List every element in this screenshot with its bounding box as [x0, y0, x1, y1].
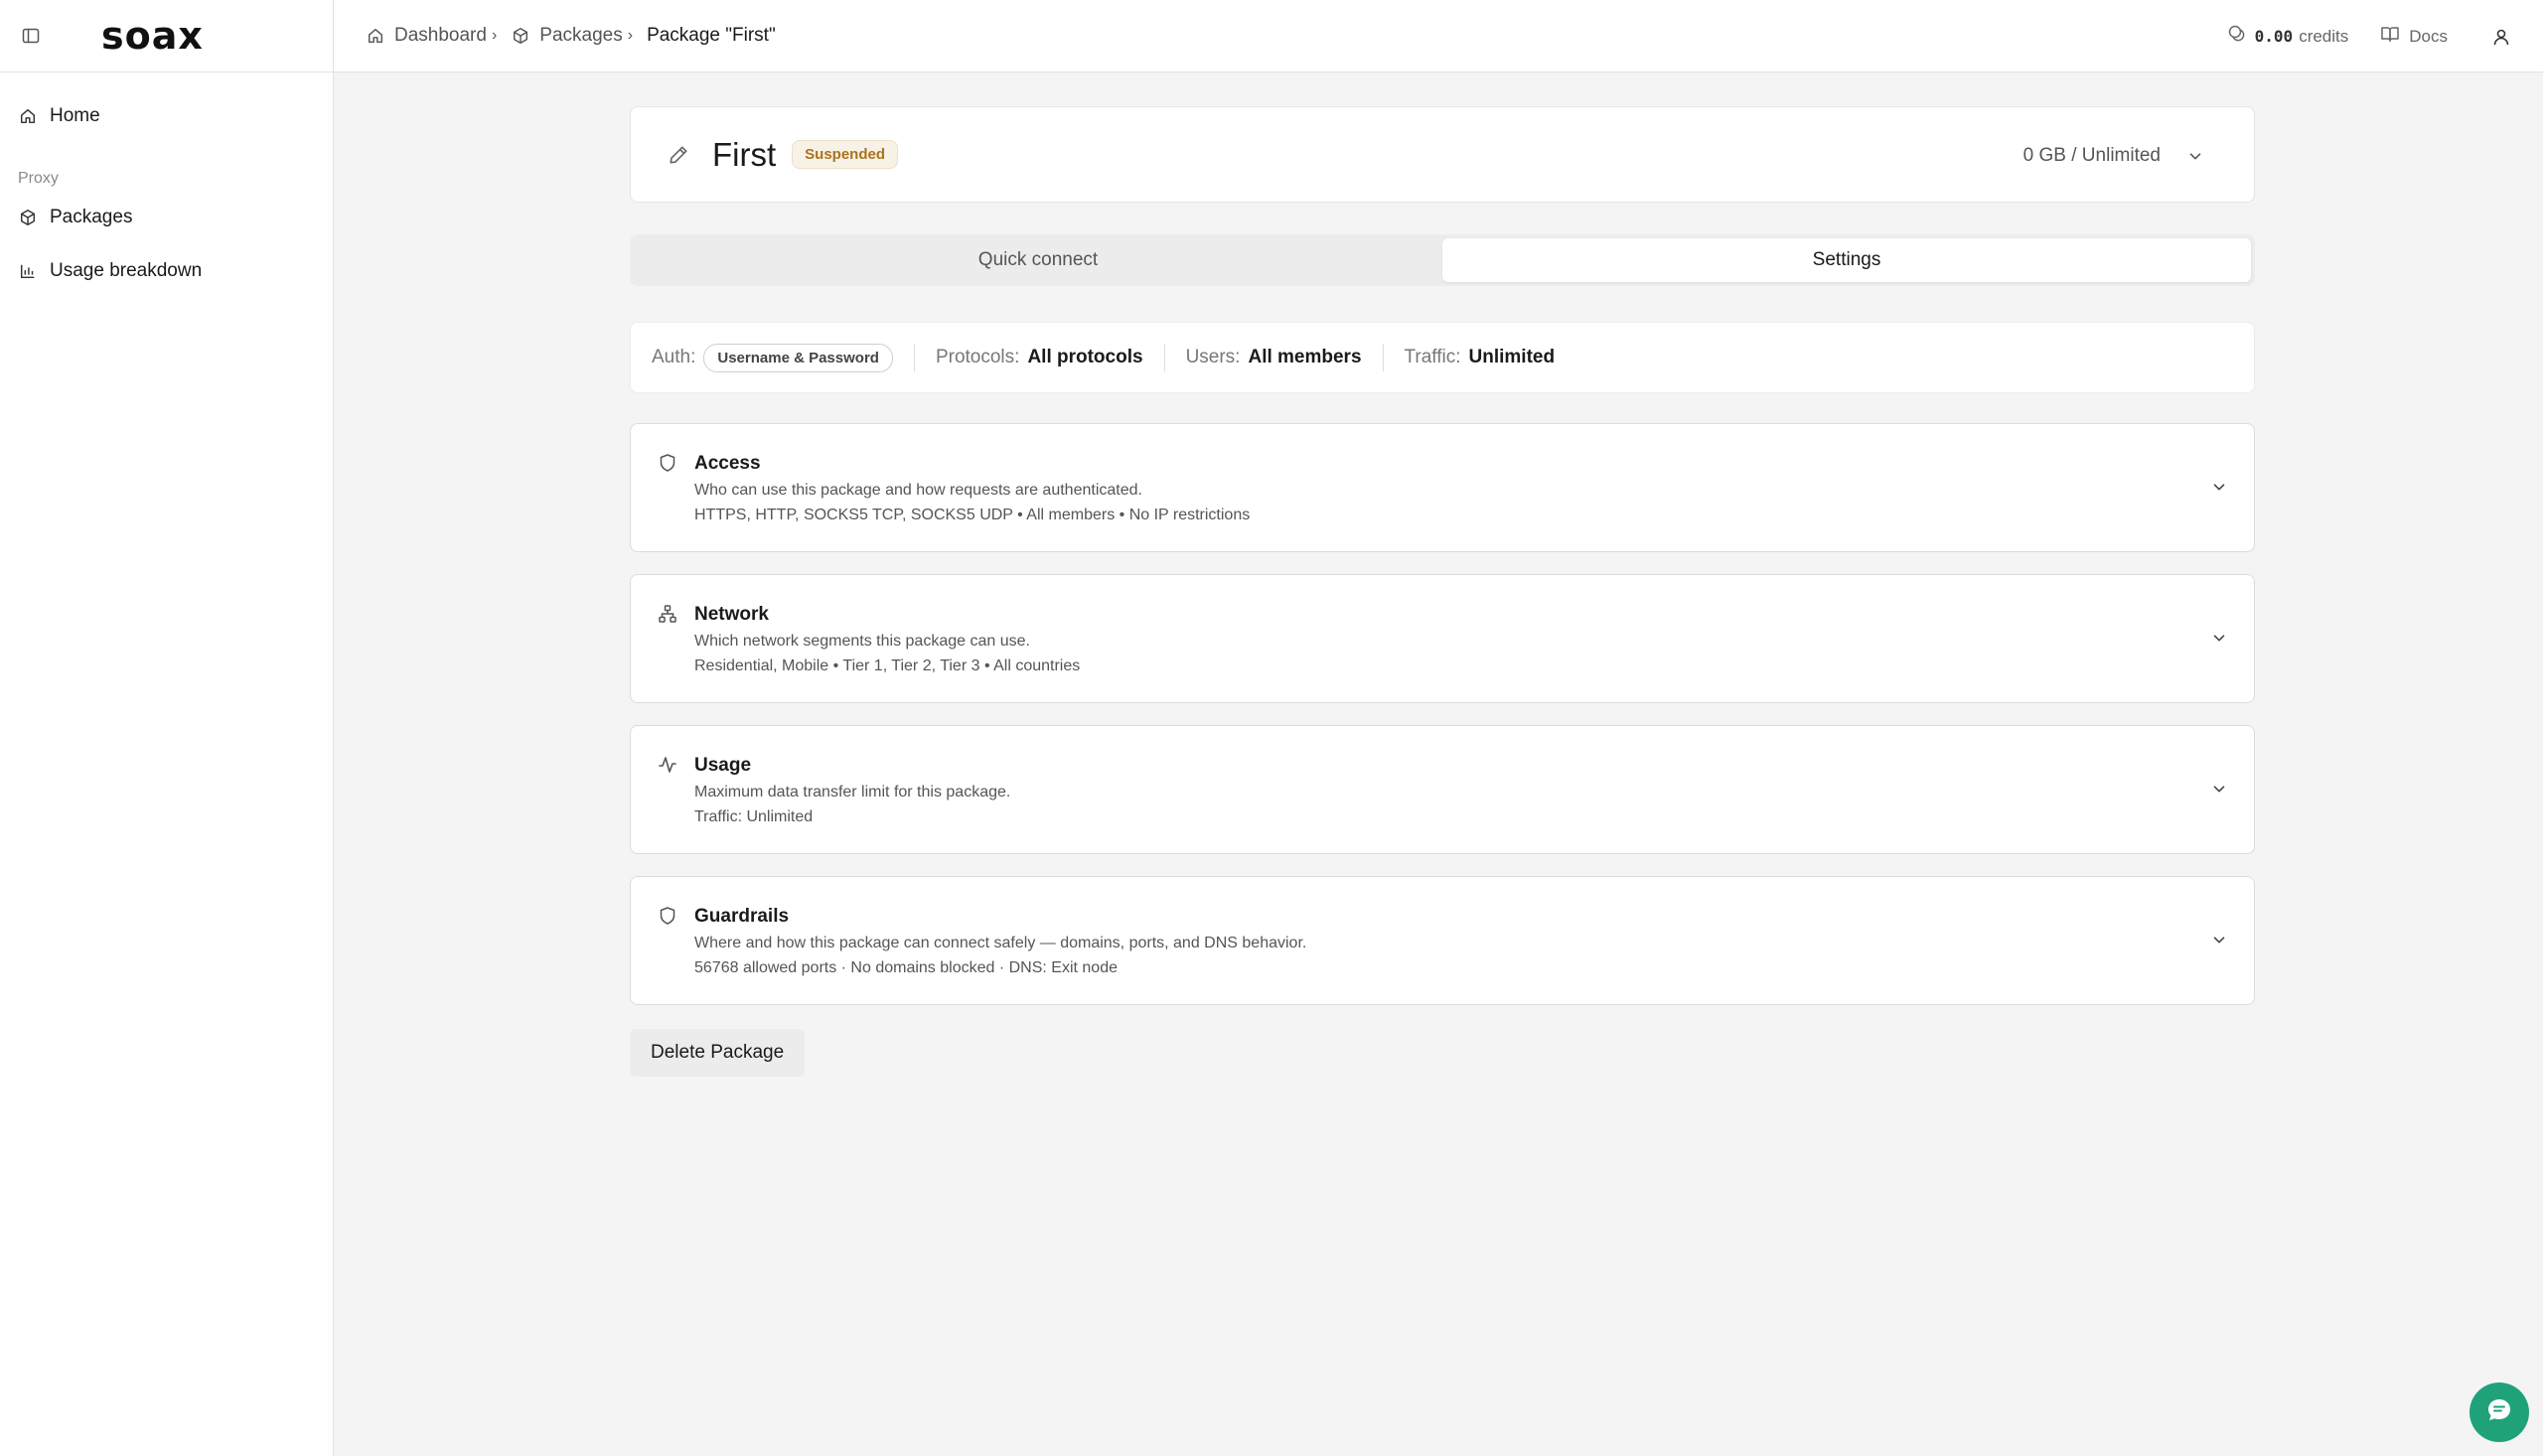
section-meta: 56768 allowed ports · No domains blocked…	[694, 959, 1118, 976]
section-usage[interactable]: Usage Maximum data transfer limit for th…	[630, 725, 2255, 854]
settings-summary: Auth: Username & Password Protocols: All…	[630, 322, 2255, 393]
top-bar: Dashboard › Packages › Package "First" 0…	[334, 0, 2543, 73]
sidebar-item-home[interactable]: Home	[0, 98, 333, 134]
sidebar-header: soax	[0, 0, 333, 73]
main-content: First Suspended 0 GB / Unlimited Quick c…	[630, 106, 2255, 1077]
section-title: Guardrails	[694, 906, 790, 927]
chevron-down-icon[interactable]	[2186, 147, 2204, 165]
breadcrumb-label: Dashboard	[394, 25, 487, 46]
docs-link[interactable]: Docs	[2380, 24, 2448, 49]
traffic-label: Traffic:	[1404, 347, 1461, 367]
section-title: Usage	[694, 755, 752, 776]
breadcrumb-label: Package "First"	[647, 25, 776, 46]
breadcrumb-current: Package "First"	[647, 25, 776, 47]
section-meta: Residential, Mobile • Tier 1, Tier 2, Ti…	[694, 657, 1081, 674]
chevron-down-icon[interactable]	[2210, 780, 2228, 798]
home-icon	[18, 106, 38, 126]
sidebar-item-usage-breakdown[interactable]: Usage breakdown	[0, 253, 333, 289]
package-header-card: First Suspended 0 GB / Unlimited	[630, 106, 2255, 203]
protocols-label: Protocols:	[935, 347, 1020, 367]
sidebar-nav: Home Proxy Packages Usage breakdown	[0, 73, 333, 289]
book-icon	[2380, 24, 2400, 49]
divider	[1163, 344, 1165, 371]
auth-label: Auth:	[652, 347, 696, 367]
section-access[interactable]: Access Who can use this package and how …	[630, 423, 2255, 552]
activity-icon	[657, 754, 678, 776]
sidebar-item-label: Packages	[50, 207, 133, 227]
users-label: Users:	[1185, 347, 1241, 367]
usage-summary[interactable]: 0 GB / Unlimited	[2023, 107, 2204, 204]
chevron-down-icon[interactable]	[2210, 629, 2228, 647]
section-description: Which network segments this package can …	[694, 633, 1030, 650]
package-icon	[511, 26, 530, 46]
section-meta: HTTPS, HTTP, SOCKS5 TCP, SOCKS5 UDP • Al…	[694, 507, 1251, 523]
shield-icon	[657, 452, 678, 474]
chevron-down-icon[interactable]	[2210, 931, 2228, 948]
breadcrumb-packages[interactable]: Packages	[511, 25, 623, 47]
section-meta: Traffic: Unlimited	[694, 808, 814, 825]
coins-icon	[2227, 24, 2247, 49]
section-title: Access	[694, 453, 761, 474]
tab-quick-connect[interactable]: Quick connect	[634, 238, 1442, 282]
home-icon	[366, 26, 385, 46]
usage-summary-text: 0 GB / Unlimited	[2022, 144, 2161, 166]
tab-bar: Quick connect Settings	[630, 234, 2255, 286]
shield-icon	[657, 905, 678, 927]
users-value: All members	[1248, 347, 1362, 367]
protocols-value: All protocols	[1027, 347, 1143, 367]
header-actions: 0.00 credits Docs	[2227, 0, 2513, 73]
auth-value-pill: Username & Password	[703, 343, 893, 372]
sidebar: soax Home Proxy Packages Usage breakdown	[0, 0, 334, 1456]
docs-label: Docs	[2409, 26, 2448, 46]
breadcrumb-label: Packages	[539, 25, 623, 46]
network-icon	[657, 603, 678, 625]
section-title: Network	[694, 604, 769, 625]
logo[interactable]: soax	[101, 14, 204, 58]
chevron-right-icon: ›	[627, 27, 634, 44]
credits-display[interactable]: 0.00 credits	[2227, 24, 2349, 49]
package-icon	[18, 208, 38, 227]
status-badge: Suspended	[792, 140, 899, 169]
traffic-value: Unlimited	[1468, 347, 1556, 367]
section-description: Who can use this package and how request…	[694, 482, 1142, 499]
sidebar-section-label: Proxy	[18, 170, 59, 187]
package-title: First	[712, 135, 777, 173]
chat-icon	[2484, 1395, 2514, 1430]
divider	[1382, 344, 1384, 371]
section-network[interactable]: Network Which network segments this pack…	[630, 574, 2255, 703]
bar-chart-icon	[18, 261, 38, 281]
section-guardrails[interactable]: Guardrails Where and how this package ca…	[630, 876, 2255, 1005]
sidebar-item-label: Home	[50, 105, 100, 126]
delete-package-button[interactable]: Delete Package	[630, 1029, 806, 1077]
sidebar-item-packages[interactable]: Packages	[0, 200, 333, 235]
settings-sections: Access Who can use this package and how …	[630, 423, 2255, 1005]
sidebar-toggle-icon[interactable]	[20, 25, 42, 47]
chat-support-button[interactable]	[2469, 1383, 2529, 1442]
user-icon[interactable]	[2489, 25, 2513, 49]
chevron-down-icon[interactable]	[2210, 478, 2228, 496]
sidebar-item-label: Usage breakdown	[50, 260, 203, 281]
divider	[913, 344, 915, 371]
credits-label: credits	[2299, 26, 2349, 46]
section-description: Maximum data transfer limit for this pac…	[694, 784, 1011, 801]
section-description: Where and how this package can connect s…	[694, 935, 1307, 951]
tab-settings[interactable]: Settings	[1442, 238, 2251, 282]
chevron-right-icon: ›	[491, 27, 498, 44]
breadcrumb-dashboard[interactable]: Dashboard	[366, 25, 487, 47]
credits-value: 0.00	[2254, 27, 2294, 46]
pencil-icon[interactable]	[667, 143, 690, 167]
